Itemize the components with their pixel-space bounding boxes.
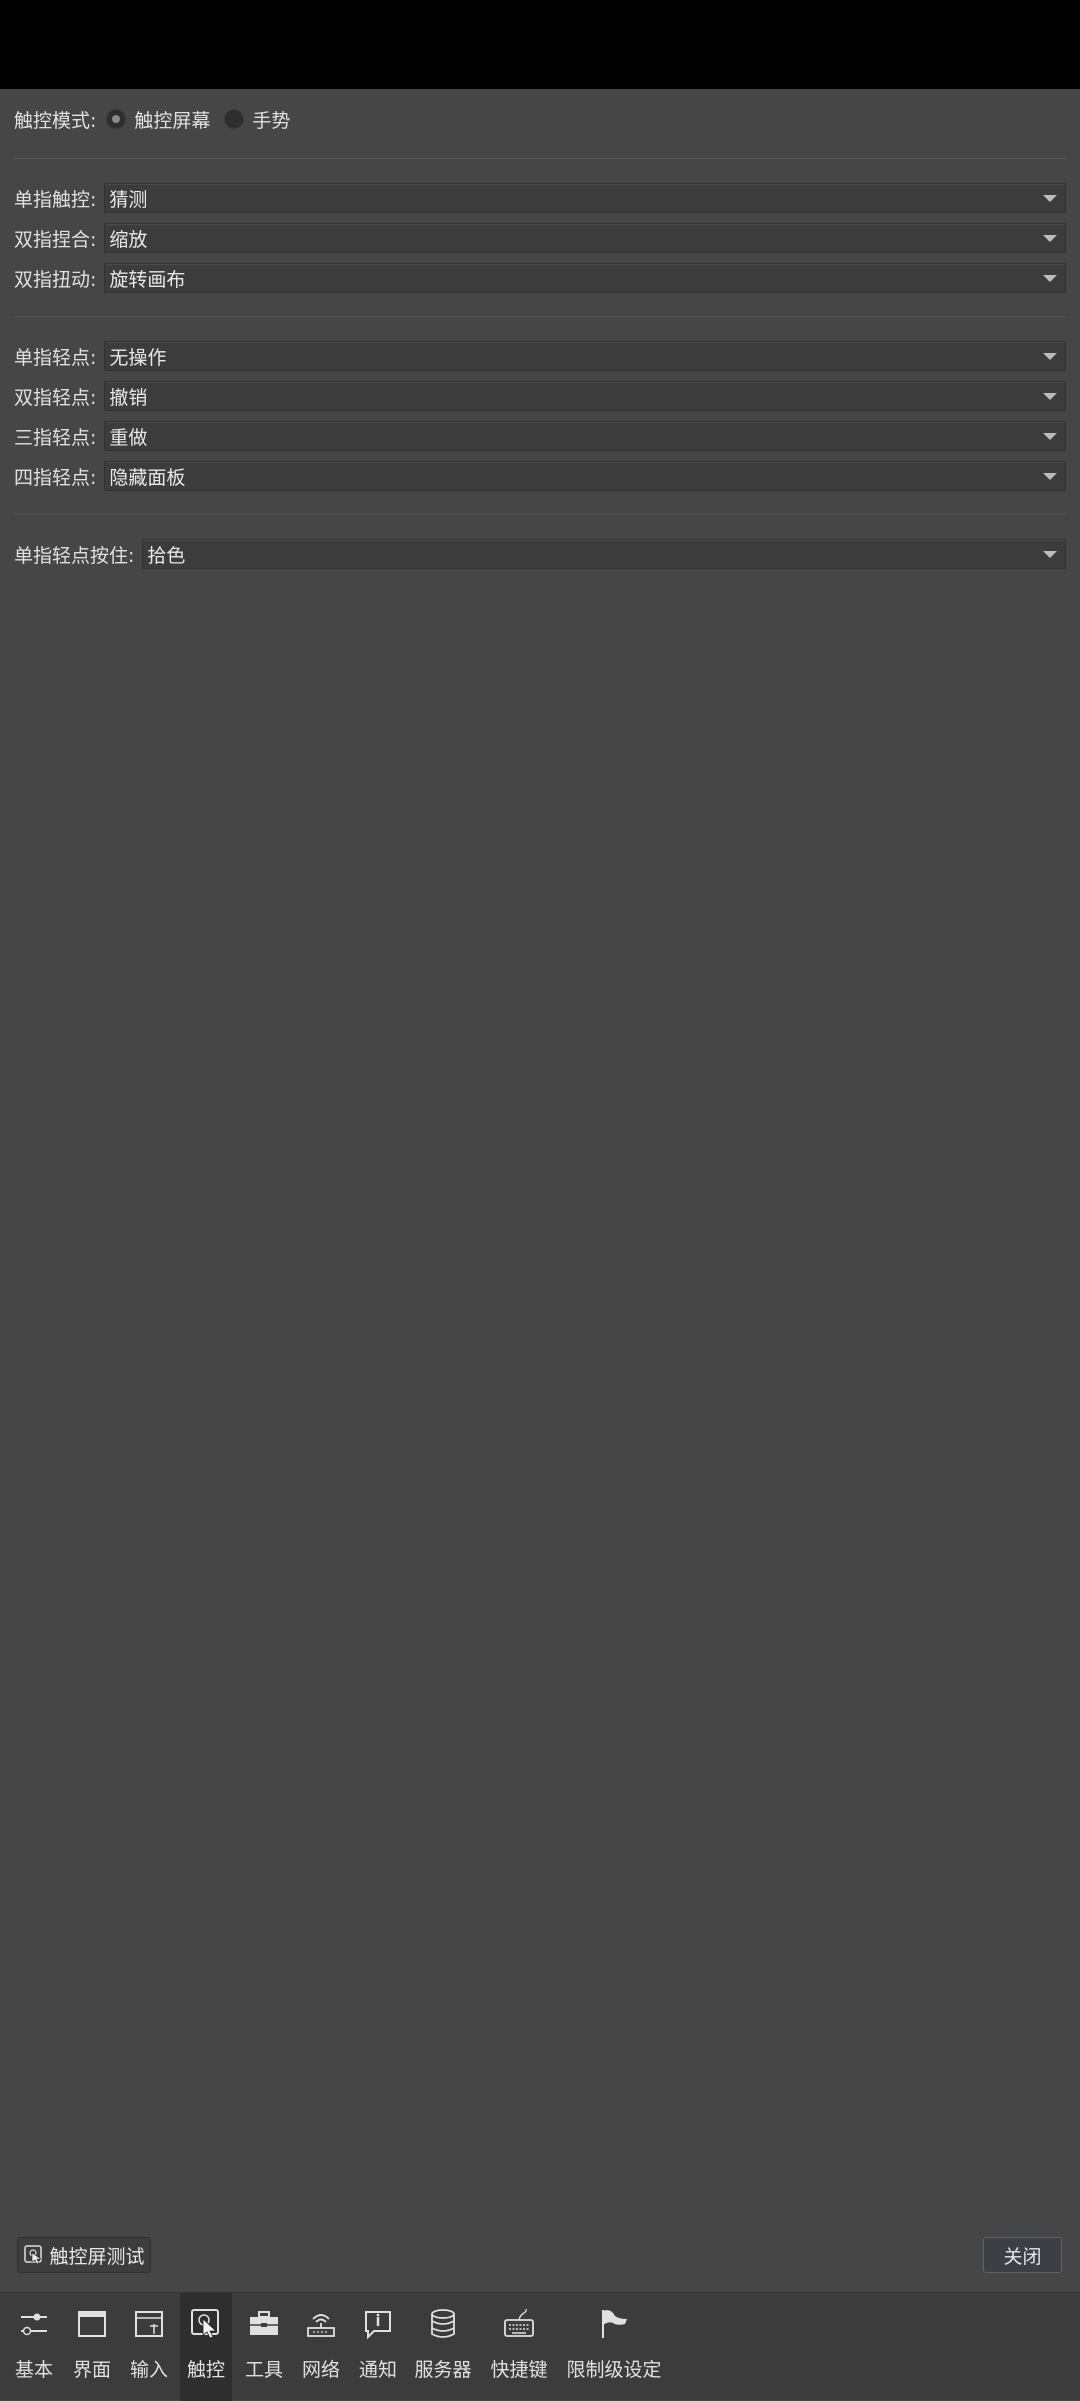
one-finger-tap-combo[interactable]: 无操作 — [104, 341, 1066, 371]
two-finger-tap-label: 双指轻点: — [14, 386, 97, 409]
tab-label: 触控 — [186, 2359, 225, 2381]
two-finger-twist-label: 双指扭动: — [14, 268, 97, 291]
combo-value: 拾色 — [147, 544, 186, 567]
one-finger-touch-combo[interactable]: 猜测 — [104, 183, 1066, 213]
two-finger-tap-row: 双指轻点: 撤销 — [14, 381, 1066, 411]
touch-test-button[interactable]: 触控屏测试 — [17, 2237, 151, 2273]
settings-tab-bar: 基本 界面 输入 触控 工具 网络 通知 服务器 快捷键 限制级设定 — [0, 2292, 1080, 2401]
notification-icon — [365, 2311, 391, 2340]
tab-label: 限制级设定 — [566, 2359, 662, 2381]
window-icon — [78, 2311, 106, 2337]
touch-icon — [191, 2309, 219, 2339]
close-button[interactable]: 关闭 — [983, 2237, 1062, 2273]
flag-icon — [602, 2310, 627, 2338]
three-finger-tap-combo[interactable]: 重做 — [104, 421, 1066, 451]
one-finger-tap-hold-label: 单指轻点按住: — [14, 544, 135, 567]
tab-tools[interactable]: 工具 — [238, 2293, 290, 2401]
close-label: 关闭 — [1003, 2245, 1042, 2268]
network-icon — [307, 2314, 335, 2337]
three-finger-tap-label: 三指轻点: — [14, 426, 97, 449]
four-finger-tap-combo[interactable]: 隐藏面板 — [104, 461, 1066, 491]
tab-touch[interactable]: 触控 — [180, 2293, 232, 2401]
four-finger-tap-row: 四指轻点: 隐藏面板 — [14, 461, 1066, 491]
radio-gesture-label[interactable]: 手势 — [252, 106, 290, 133]
combo-value: 重做 — [109, 426, 148, 449]
toolbox-icon — [250, 2311, 278, 2335]
two-finger-pinch-row: 双指捏合: 缩放 — [14, 223, 1066, 253]
two-finger-twist-combo[interactable]: 旋转画布 — [104, 263, 1066, 293]
combo-value: 猜测 — [109, 188, 148, 211]
one-finger-touch-label: 单指触控: — [14, 188, 97, 211]
combo-value: 撤销 — [109, 386, 148, 409]
tab-label: 界面 — [72, 2359, 111, 2381]
tab-label: 基本 — [14, 2359, 53, 2381]
dropdown-arrow-icon — [1043, 195, 1057, 202]
dropdown-arrow-icon — [1043, 235, 1057, 242]
sliders-icon — [21, 2313, 47, 2336]
tab-label: 通知 — [358, 2359, 397, 2381]
one-finger-tap-row: 单指轻点: 无操作 — [14, 341, 1066, 371]
tab-label: 工具 — [244, 2359, 283, 2381]
tab-network[interactable]: 网络 — [295, 2293, 347, 2401]
tab-server[interactable]: 服务器 — [410, 2293, 476, 2401]
touch-test-label: 触控屏测试 — [49, 2245, 145, 2268]
separator — [14, 158, 1066, 159]
tab-nsfm[interactable]: 限制级设定 — [562, 2293, 666, 2401]
tab-label: 网络 — [301, 2359, 340, 2381]
touch-mode-label: 触控模式: — [14, 109, 97, 132]
tab-label: 快捷键 — [490, 2359, 548, 2381]
tab-label: 服务器 — [414, 2359, 472, 2381]
one-finger-tap-hold-row: 单指轻点按住: 拾色 — [14, 539, 1066, 569]
combo-value: 无操作 — [109, 346, 167, 369]
one-finger-tap-hold-combo[interactable]: 拾色 — [142, 539, 1066, 569]
tab-basic[interactable]: 基本 — [8, 2293, 60, 2401]
tab-interface[interactable]: 界面 — [66, 2293, 118, 2401]
dropdown-arrow-icon — [1043, 551, 1057, 558]
dropdown-arrow-icon — [1043, 353, 1057, 360]
separator — [14, 514, 1066, 515]
three-finger-tap-row: 三指轻点: 重做 — [14, 421, 1066, 451]
dropdown-arrow-icon — [1043, 393, 1057, 400]
two-finger-pinch-combo[interactable]: 缩放 — [104, 223, 1066, 253]
tab-shortcuts[interactable]: 快捷键 — [486, 2293, 552, 2401]
four-finger-tap-label: 四指轻点: — [14, 466, 97, 489]
one-finger-tap-label: 单指轻点: — [14, 346, 97, 369]
dropdown-arrow-icon — [1043, 433, 1057, 440]
dropdown-arrow-icon — [1043, 473, 1057, 480]
two-finger-pinch-label: 双指捏合: — [14, 228, 97, 251]
radio-touchscreen-label[interactable]: 触控屏幕 — [134, 106, 210, 133]
radio-touchscreen[interactable] — [106, 109, 127, 129]
tab-input[interactable]: 输入 — [123, 2293, 175, 2401]
combo-value: 旋转画布 — [109, 268, 186, 291]
two-finger-twist-row: 双指扭动: 旋转画布 — [14, 263, 1066, 293]
combo-value: 隐藏面板 — [109, 466, 186, 489]
tab-notifications[interactable]: 通知 — [352, 2293, 404, 2401]
status-bar — [0, 0, 1080, 89]
database-icon — [431, 2309, 455, 2338]
input-window-icon — [135, 2311, 163, 2337]
two-finger-tap-combo[interactable]: 撤销 — [104, 381, 1066, 411]
one-finger-touch-row: 单指触控: 猜测 — [14, 183, 1066, 213]
combo-value: 缩放 — [109, 228, 148, 251]
keyboard-icon — [504, 2308, 534, 2337]
radio-gesture[interactable] — [224, 109, 245, 129]
dropdown-arrow-icon — [1043, 275, 1057, 282]
touch-mode-row: 触控模式: 触控屏幕 手势 — [14, 104, 1066, 134]
separator — [14, 316, 1066, 317]
touch-test-icon — [24, 2245, 43, 2265]
tab-label: 输入 — [129, 2359, 168, 2381]
